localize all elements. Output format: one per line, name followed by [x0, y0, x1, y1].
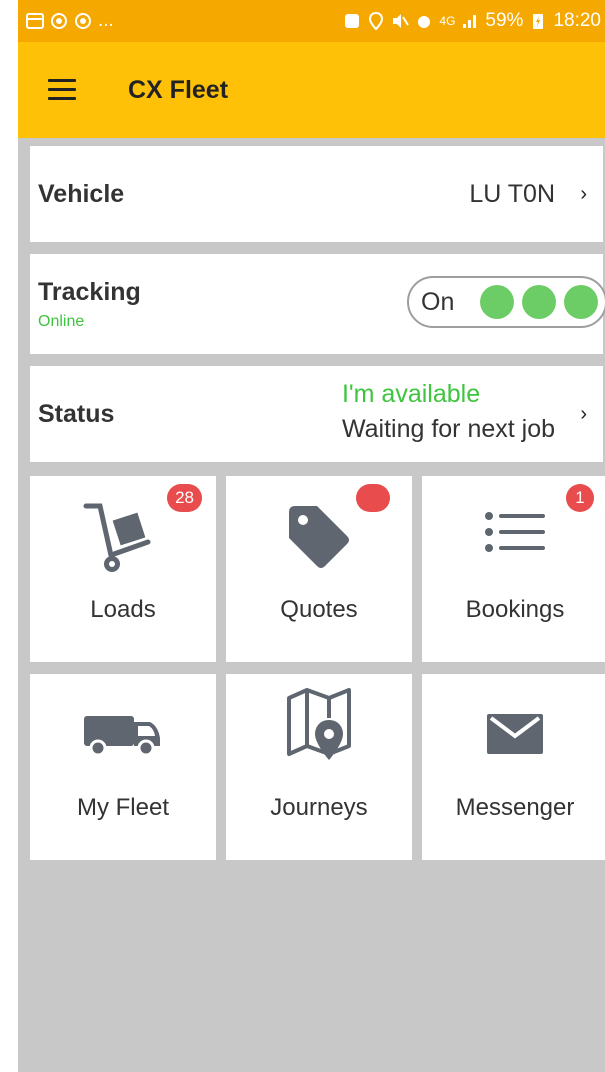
list-icon: [485, 512, 545, 552]
tracking-toggle[interactable]: On: [407, 276, 605, 328]
vehicle-value: LU T0N: [469, 179, 555, 208]
job-status: Waiting for next job: [341, 415, 555, 443]
bookings-count-badge: 1: [566, 484, 594, 512]
tile-label: Bookings: [465, 596, 565, 623]
tile-quotes[interactable]: Quotes: [226, 476, 412, 662]
vehicle-row[interactable]: Vehicle LU T0N ›: [30, 146, 603, 242]
envelope-icon: [487, 714, 543, 754]
tracking-text: Tracking Online: [38, 278, 141, 331]
hamburger-menu-icon[interactable]: [48, 79, 76, 101]
tile-loads[interactable]: 28 Loads: [30, 476, 216, 662]
status-bar-left: ...: [18, 10, 114, 32]
tag-icon: [289, 506, 349, 568]
toggle-label: On: [421, 287, 455, 316]
location-target-icon-2: [75, 13, 91, 29]
vehicle-label: Vehicle: [38, 179, 125, 208]
hand-truck-icon: [83, 503, 151, 572]
battery-percent: 59%: [485, 10, 524, 31]
tile-label: Journeys: [270, 794, 368, 821]
location-pin-icon: [369, 12, 384, 30]
loads-count-badge: 28: [167, 484, 202, 512]
tile-my-fleet[interactable]: My Fleet: [30, 674, 216, 860]
app-bar: CX Fleet: [18, 42, 605, 138]
tracking-row: Tracking Online On: [30, 254, 605, 354]
tile-label: My Fleet: [76, 794, 169, 821]
network-type: 4G: [439, 14, 456, 28]
quotes-badge: [356, 484, 390, 512]
location-target-icon: [51, 13, 67, 29]
app-title: CX Fleet: [128, 75, 229, 104]
tile-bookings[interactable]: 1 Bookings: [422, 476, 605, 662]
toggle-indicator-dot: [522, 285, 557, 319]
status-values: I'm available Waiting for next job: [342, 380, 555, 444]
map-pin-icon: [287, 688, 351, 760]
tile-label: Quotes: [280, 596, 358, 623]
chevron-right-icon: ›: [580, 182, 587, 205]
battery-charging-icon: [533, 14, 544, 29]
chevron-right-icon: ›: [580, 402, 587, 425]
clock: 18:20: [553, 10, 601, 31]
status-label: Status: [38, 399, 115, 428]
tile-messenger[interactable]: Messenger: [422, 674, 605, 860]
tile-label: Loads: [90, 596, 156, 623]
tracking-label: Tracking: [38, 277, 141, 306]
status-bar-ellipsis: ...: [98, 10, 114, 31]
tile-label: Messenger: [455, 794, 575, 821]
mute-icon: [393, 14, 410, 28]
toggle-indicator-dot: [564, 285, 599, 319]
status-row[interactable]: Status I'm available Waiting for next jo…: [30, 366, 603, 462]
notification-icon: [345, 14, 360, 28]
tile-journeys[interactable]: Journeys: [226, 674, 412, 860]
gallery-icon: [26, 13, 44, 29]
truck-icon: [84, 716, 160, 757]
tracking-status: Online: [38, 312, 85, 330]
availability-status: I'm available: [341, 380, 481, 408]
toggle-indicator-dot: [480, 285, 515, 319]
app-screen: ... 4G 59% 18:20 CX Fleet Vehicle LU T0N…: [18, 0, 605, 1072]
alarm-icon: [418, 16, 431, 28]
system-status-bar: ... 4G 59% 18:20: [18, 0, 605, 42]
status-bar-right: 4G 59% 18:20: [343, 10, 605, 32]
signal-icon: [463, 15, 477, 28]
